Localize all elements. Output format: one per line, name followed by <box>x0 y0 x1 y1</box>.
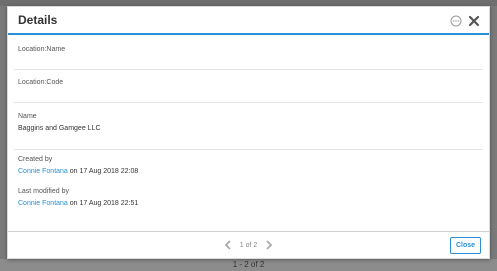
name-field: Name Baggins and Gamgee LLC <box>18 113 479 132</box>
more-icon[interactable] <box>450 15 462 27</box>
location-code-label: Location:Code <box>18 79 64 86</box>
created-by-label: Created by <box>18 156 53 163</box>
pager: 1 of 2 <box>8 240 489 250</box>
dialog-body: Location:Name Location:Code Name Baggins… <box>8 35 489 231</box>
location-name-label: Location:Name <box>18 46 66 53</box>
location-name-field: Location:Name <box>18 46 479 53</box>
pager-label: 1 of 2 <box>239 241 258 249</box>
last-modified-label: Last modified by <box>18 188 69 195</box>
close-button[interactable]: Close <box>450 237 481 254</box>
name-label: Name <box>18 113 37 120</box>
divider <box>14 149 483 150</box>
name-value: Baggins and Gamgee LLC <box>18 125 101 132</box>
last-modified-field: Last modified by Connie Fontana on 17 Au… <box>18 188 479 207</box>
background-count-text: 1 - 2 of 2 <box>232 260 265 269</box>
close-icon[interactable] <box>468 15 480 27</box>
details-dialog: Details Location:Name Location:Code Name <box>7 6 490 259</box>
dialog-footer: 1 of 2 Close <box>8 231 489 259</box>
modified-by-user-link[interactable]: Connie Fontana <box>18 200 68 207</box>
divider <box>14 102 483 103</box>
dialog-header: Details <box>8 7 489 35</box>
divider <box>14 69 483 70</box>
location-code-field: Location:Code <box>18 79 479 86</box>
chevron-right-icon[interactable] <box>265 240 273 250</box>
last-modified-value: Connie Fontana on 17 Aug 2018 22:51 <box>18 200 479 207</box>
modified-on-text: on 17 Aug 2018 22:51 <box>69 200 139 207</box>
dialog-title: Details <box>18 13 58 27</box>
created-by-value: Connie Fontana on 17 Aug 2018 22:08 <box>18 168 479 175</box>
chevron-left-icon[interactable] <box>224 240 232 250</box>
created-on-text: on 17 Aug 2018 22:08 <box>69 168 139 175</box>
created-by-user-link[interactable]: Connie Fontana <box>18 168 68 175</box>
created-by-field: Created by Connie Fontana on 17 Aug 2018… <box>18 156 479 175</box>
